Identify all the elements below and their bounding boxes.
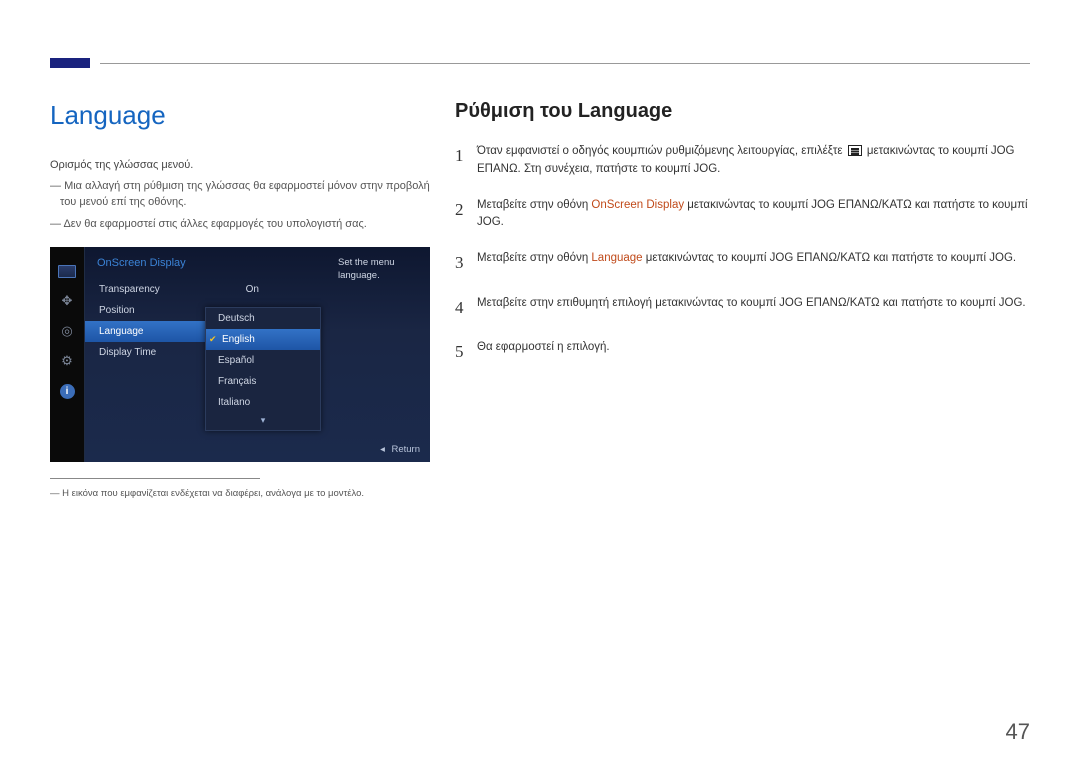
step-body: Θα εφαρμοστεί η επιλογή. [477,339,1030,357]
step: 2Μεταβείτε στην οθόνη OnScreen Display μ… [455,197,1030,233]
move-icon: ✥ [58,294,76,308]
footnote: ― Η εικόνα που εμφανίζεται ενδέχεται να … [50,487,430,500]
osd-submenu-item[interactable]: Italiano [206,392,320,413]
osd-submenu-item[interactable]: Deutsch [206,308,320,329]
step-body: Όταν εμφανιστεί ο οδηγός κουμπιών ρυθμιζ… [477,143,1030,179]
osd-menu-item-value: On [246,284,259,295]
monitor-icon [58,265,76,278]
step-number: 5 [455,339,477,365]
step-number: 1 [455,143,477,169]
header-rule [100,63,1030,64]
chevron-down-icon: ▾ [206,413,320,430]
step-body: Μεταβείτε στην οθόνη OnScreen Display με… [477,197,1030,233]
section-heading: Ρύθμιση του Language [455,100,1030,123]
left-column: Language Ορισμός της γλώσσας μενού. Μια … [50,100,430,500]
osd-menu-item-label: Position [99,305,135,316]
step: 1Όταν εμφανιστεί ο οδηγός κουμπιών ρυθμι… [455,143,1030,179]
step: 5Θα εφαρμοστεί η επιλογή. [455,339,1030,365]
step-number: 2 [455,197,477,223]
step-body: Μεταβείτε στην επιθυμητή επιλογή μετακιν… [477,295,1030,313]
osd-icon-rail: ✥ ◎ ⚙ i [50,247,84,462]
menu-icon [848,145,862,156]
left-note: Δεν θα εφαρμοστεί στις άλλες εφαρμογές τ… [50,217,430,233]
left-note: Μια αλλαγή στη ρύθμιση της γλώσσας θα εφ… [50,179,430,211]
osd-submenu-item[interactable]: Español [206,350,320,371]
osd-menu-item-label: Transparency [99,284,160,295]
right-column: Ρύθμιση του Language 1Όταν εμφανιστεί ο … [455,100,1030,383]
target-icon: ◎ [58,324,76,338]
osd-submenu: DeutschEnglishEspañolFrançaisItaliano▾ [205,307,321,431]
step-number: 3 [455,250,477,276]
left-notes: Μια αλλαγή στη ρύθμιση της γλώσσας θα εφ… [50,179,430,233]
step-body: Μεταβείτε στην οθόνη Language μετακινώντ… [477,250,1030,268]
footnote-rule [50,478,260,479]
step: 4Μεταβείτε στην επιθυμητή επιλογή μετακι… [455,295,1030,321]
osd-menu-item[interactable]: Transparency On [85,279,275,300]
steps-list: 1Όταν εμφανιστεί ο οδηγός κουμπιών ρυθμι… [455,143,1030,365]
osd-panel: ✥ ◎ ⚙ i OnScreen Display TransparencyOnP… [50,247,430,462]
osd-submenu-item[interactable]: Français [206,371,320,392]
gear-icon: ⚙ [58,354,76,368]
step: 3Μεταβείτε στην οθόνη Language μετακινών… [455,250,1030,276]
osd-description: Set the menu language. [338,257,420,283]
step-number: 4 [455,295,477,321]
info-icon: i [60,384,75,399]
page-number: 47 [1006,719,1030,745]
left-subtitle: Ορισμός της γλώσσας μενού. [50,159,430,171]
osd-main: OnScreen Display TransparencyOnPositionL… [84,247,430,462]
osd-menu-item-label: Display Time [99,347,156,358]
osd-submenu-item[interactable]: English [206,329,320,350]
header-accent-bar [50,58,90,68]
osd-menu-item-label: Language [99,326,144,337]
highlight-term: Language [591,252,642,264]
highlight-term: OnScreen Display [591,199,684,211]
osd-return-label: Return [380,444,420,455]
page-title: Language [50,100,430,131]
